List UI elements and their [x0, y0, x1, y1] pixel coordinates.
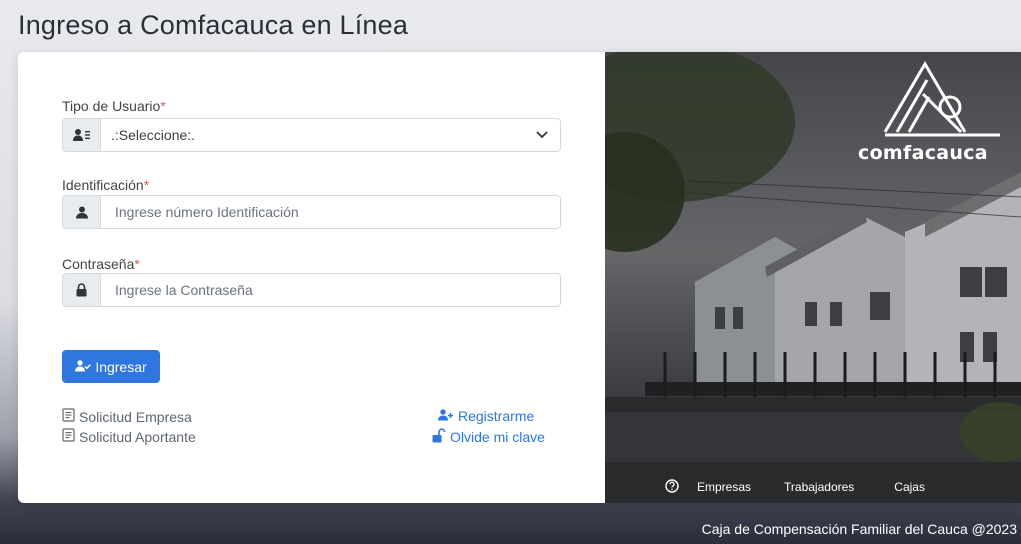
- olvide-clave-link[interactable]: Olvide mi clave: [432, 428, 545, 446]
- password-input[interactable]: [101, 274, 560, 306]
- page-title: Ingreso a Comfacauca en Línea: [18, 10, 409, 40]
- password-field[interactable]: [62, 273, 561, 307]
- user-type-selected-value: .:Seleccione:.: [111, 127, 196, 143]
- id-label-text: Identificación: [62, 177, 144, 193]
- password-label-text: Contraseña: [62, 256, 135, 272]
- footer-text: Caja de Compensación Familiar del Cauca …: [701, 521, 1017, 537]
- nav-empresas[interactable]: Empresas: [697, 480, 751, 494]
- registrarme-link[interactable]: Registrarme: [438, 408, 534, 424]
- required-mark: *: [143, 177, 150, 193]
- solicitud-aportante-link[interactable]: Solicitud Aportante: [62, 428, 196, 445]
- user-type-select[interactable]: .:Seleccione:.: [62, 118, 561, 152]
- campus-photo: comfacauca Empresas Trabajadores Cajas: [605, 52, 1021, 503]
- login-card: Tipo de Usuario* .:Seleccione:. Identifi…: [18, 52, 1021, 503]
- bottom-nav: Empresas Trabajadores Cajas: [605, 471, 1021, 503]
- solicitud-aportante-label: Solicitud Aportante: [79, 428, 196, 445]
- password-label: Contraseña*: [62, 256, 140, 272]
- user-icon: [63, 196, 101, 228]
- user-type-label-text: Tipo de Usuario: [62, 98, 161, 114]
- help-icon[interactable]: [665, 478, 679, 496]
- document-icon: [62, 408, 75, 425]
- campus-scene: [605, 52, 1021, 503]
- login-button-label: Ingresar: [95, 358, 147, 375]
- olvide-clave-label: Olvide mi clave: [450, 429, 545, 445]
- solicitud-empresa-label: Solicitud Empresa: [79, 408, 192, 425]
- user-plus-icon: [438, 408, 454, 424]
- solicitud-empresa-link[interactable]: Solicitud Empresa: [62, 408, 192, 425]
- document-icon: [62, 428, 75, 445]
- chevron-down-icon: [524, 119, 560, 151]
- user-type-label: Tipo de Usuario*: [62, 98, 166, 114]
- lock-icon: [63, 274, 101, 306]
- login-form: Tipo de Usuario* .:Seleccione:. Identifi…: [18, 52, 605, 503]
- id-input[interactable]: [101, 196, 560, 228]
- user-list-icon: [63, 119, 101, 151]
- required-mark: *: [160, 98, 166, 114]
- id-field[interactable]: [62, 195, 561, 229]
- brand-logo-text: comfacauca: [858, 142, 988, 164]
- registrarme-label: Registrarme: [458, 408, 535, 424]
- unlock-icon: [432, 428, 446, 446]
- id-label: Identificación*: [62, 177, 149, 193]
- required-mark: *: [134, 256, 140, 272]
- user-check-icon: [75, 359, 92, 375]
- nav-cajas[interactable]: Cajas: [894, 480, 925, 494]
- nav-trabajadores[interactable]: Trabajadores: [784, 480, 854, 494]
- login-button[interactable]: Ingresar: [62, 350, 160, 383]
